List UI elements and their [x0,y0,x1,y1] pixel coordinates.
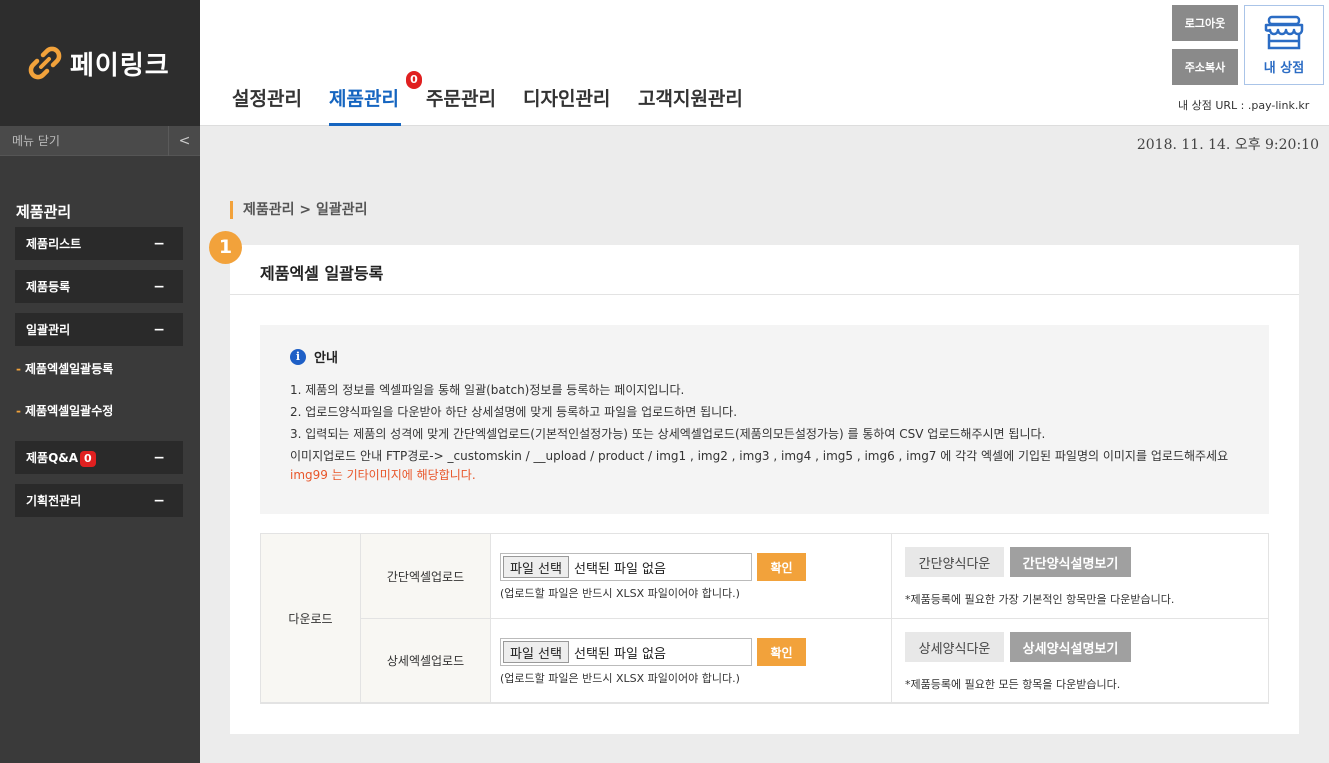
simple-template-guide-button[interactable]: 간단양식설명보기 [1010,547,1131,577]
dash-icon: - [16,404,21,418]
tab-design[interactable]: 디자인관리 [523,84,610,111]
download-note: *제품등록에 필요한 가장 기본적인 항목만을 다운받습니다. [905,593,1175,606]
my-store-button[interactable]: 내 상점 [1244,5,1324,85]
notice-box: i 안내 1. 제품의 정보를 엑셀파일을 통해 일괄(batch)정보를 등록… [260,325,1269,514]
excel-batch-register-panel: 제품엑셀 일괄등록 i 안내 1. 제품의 정보를 엑셀파일을 통해 일괄(ba… [230,245,1299,734]
tab-customer-support[interactable]: 고객지원관리 [638,84,743,111]
sidebar-item-label-text: 제품Q&A [26,450,79,465]
detail-download-cell: 상세양식다운 상세양식설명보기 *제품등록에 필요한 모든 항목을 다운받습니다… [892,619,1268,703]
menu-close-label[interactable]: 메뉴 닫기 [0,132,60,149]
step-badge: 1 [209,231,242,264]
file-status: 선택된 파일 없음 [573,646,666,662]
detail-confirm-button[interactable]: 확인 [757,638,806,666]
minus-icon[interactable]: − [153,236,165,252]
sidebar-item-label: 제품Q&A 0 [26,449,96,467]
file-select-button[interactable]: 파일 선택 [503,641,569,663]
detail-upload-label: 상세엑셀업로드 [361,619,491,703]
sidebar-item-exhibition[interactable]: 기획전관리 − [15,484,183,517]
chevron-left-icon[interactable]: < [168,125,200,156]
current-datetime: 2018. 11. 14. 오후 9:20:10 [1136,137,1319,153]
notice-line: 2. 업로드양식파일을 다운받아 하단 상세설명에 맞게 등록하고 파일을 업로… [290,405,738,419]
simple-download-cell: 간단양식다운 간단양식설명보기 *제품등록에 필요한 가장 기본적인 항목만을 … [892,534,1268,619]
detail-template-download-button[interactable]: 상세양식다운 [905,632,1004,662]
download-note: *제품등록에 필요한 모든 항목을 다운받습니다. [905,678,1121,691]
simple-confirm-button[interactable]: 확인 [757,553,806,581]
notice-title: 안내 [314,351,338,366]
active-tab-indicator [329,123,401,126]
logo[interactable]: 페이링크 [0,0,200,126]
menu-close-bar: 메뉴 닫기 < [0,125,200,156]
notice-line: 3. 입력되는 제품의 성격에 맞게 간단엑셀업로드(기본적인설정가능) 또는 … [290,427,1046,441]
sidebar-item-product-list[interactable]: 제품리스트 − [15,227,183,260]
qna-count-badge: 0 [80,450,96,467]
divider [230,294,1299,295]
panel-title: 제품엑셀 일괄등록 [260,264,384,283]
sidebar-item-product-register[interactable]: 제품등록 − [15,270,183,303]
sidebar-subitem-excel-edit[interactable]: - 제품엑셀일괄수정 [16,402,113,419]
store-url: 내 상점 URL : .pay-link.kr [1178,99,1310,112]
minus-icon[interactable]: − [153,322,165,338]
row-label: 다운로드 [261,534,361,703]
logout-button[interactable]: 로그아웃 [1172,5,1238,41]
file-status: 선택된 파일 없음 [573,561,666,577]
sidebar-item-label: 제품등록 [26,280,71,294]
download-table: 다운로드 간단엑셀업로드 파일 선택 선택된 파일 없음 확인 (업로드할 파일… [260,533,1269,704]
sidebar-section-title: 제품관리 [16,203,72,221]
minus-icon[interactable]: − [153,279,165,295]
top-header: 설정관리 제품관리 0 주문관리 디자인관리 고객지원관리 로그아웃 주소복사 … [200,0,1329,126]
sidebar-subitem-label: 제품엑셀일괄등록 [24,362,114,376]
notice-line: 1. 제품의 정보를 엑셀파일을 통해 일괄(batch)정보를 등록하는 페이… [290,383,685,397]
sidebar-item-label: 일괄관리 [26,323,71,337]
simple-template-download-button[interactable]: 간단양식다운 [905,547,1004,577]
sidebar-item-batch-manage[interactable]: 일괄관리 − [15,313,183,346]
tab-orders[interactable]: 주문관리 [426,84,496,111]
simple-file-input[interactable]: 파일 선택 선택된 파일 없음 [500,553,752,581]
simple-upload-cell: 파일 선택 선택된 파일 없음 확인 (업로드할 파일은 반드시 XLSX 파일… [491,534,892,619]
store-icon [1264,15,1304,49]
tab-settings[interactable]: 설정관리 [232,84,302,111]
file-hint: (업로드할 파일은 반드시 XLSX 파일이어야 합니다.) [500,672,740,685]
breadcrumb: 제품관리 > 일괄관리 [230,201,368,219]
link-logo-icon [28,46,62,80]
brand-name: 페이링크 [70,50,170,81]
sidebar-item-product-qna[interactable]: 제품Q&A 0 − [15,441,183,474]
detail-upload-cell: 파일 선택 선택된 파일 없음 확인 (업로드할 파일은 반드시 XLSX 파일… [491,619,892,703]
sidebar: 페이링크 메뉴 닫기 < 제품관리 제품리스트 − 제품등록 − 일괄관리 − … [0,0,200,763]
dash-icon: - [16,362,21,376]
minus-icon[interactable]: − [153,493,165,509]
minus-icon[interactable]: − [153,450,165,466]
copy-address-button[interactable]: 주소복사 [1172,49,1238,85]
file-hint: (업로드할 파일은 반드시 XLSX 파일이어야 합니다.) [500,587,740,600]
simple-upload-label: 간단엑셀업로드 [361,534,491,619]
file-select-button[interactable]: 파일 선택 [503,556,569,578]
detail-file-input[interactable]: 파일 선택 선택된 파일 없음 [500,638,752,666]
notice-warning: img99 는 기타이미지에 해당합니다. [290,468,476,482]
sidebar-subitem-label: 제품엑셀일괄수정 [24,404,114,418]
products-count-badge: 0 [406,71,422,89]
sidebar-subitem-excel-register[interactable]: - 제품엑셀일괄등록 [16,360,113,377]
sidebar-item-label: 제품리스트 [26,237,82,251]
detail-template-guide-button[interactable]: 상세양식설명보기 [1010,632,1131,662]
tab-products[interactable]: 제품관리 [329,84,399,111]
notice-heading: i 안내 [290,347,338,366]
my-store-label: 내 상점 [1263,60,1305,76]
sidebar-item-label: 기획전관리 [26,494,82,508]
notice-line: 이미지업로드 안내 FTP경로-> _customskin / __upload… [290,449,1229,463]
info-icon: i [290,348,306,365]
